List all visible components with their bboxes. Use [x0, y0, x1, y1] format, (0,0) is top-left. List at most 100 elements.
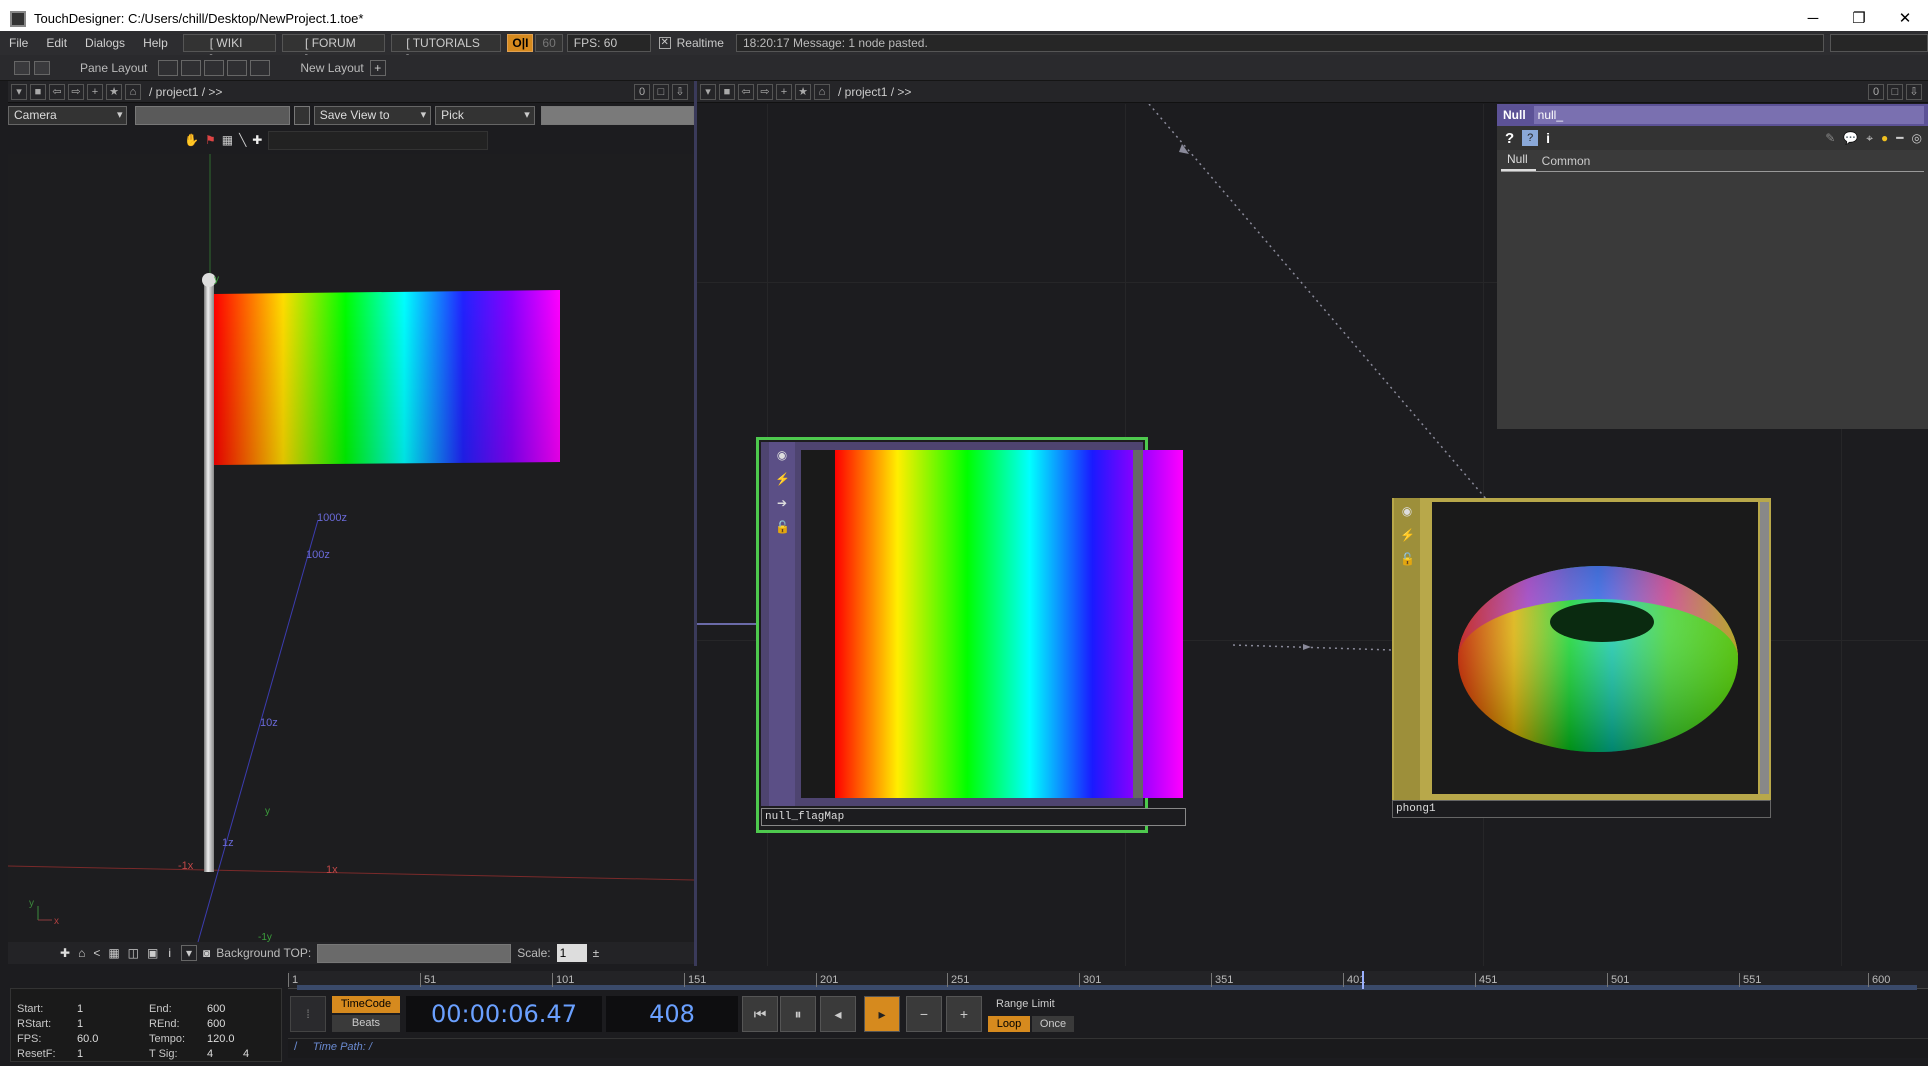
swatch-field[interactable] [293, 105, 310, 125]
pane-menu-icon[interactable]: ⇩ [1906, 83, 1922, 100]
layout-quad[interactable] [250, 59, 271, 76]
hand-tool-icon[interactable]: ✋ [184, 133, 199, 147]
tutorials-button[interactable]: [ TUTORIALS ] [391, 34, 502, 66]
node-null-flagmap[interactable]: ◉ ⚡ ➔ 🔓 null_flagMap [756, 437, 1186, 833]
info-icon[interactable]: i [1546, 130, 1550, 146]
viewer-toggle-icon[interactable]: ◉ [775, 448, 789, 462]
add-layout-button[interactable]: + [369, 59, 386, 76]
tsig-denominator[interactable]: 4 [243, 1048, 249, 1060]
grid-tool-icon[interactable]: ▦ [222, 133, 233, 147]
realtime-checkbox[interactable]: ✕ [658, 37, 671, 49]
node-name-field[interactable]: phong1 [1392, 800, 1771, 818]
chevron-down-icon[interactable]: ▾ [11, 83, 27, 100]
rstart-value[interactable]: 1 [77, 1018, 83, 1030]
move-tool-icon[interactable]: ✚ [252, 133, 262, 147]
info-icon[interactable]: i [168, 946, 171, 960]
tag-icon[interactable]: ⌖ [1866, 131, 1873, 146]
op-help-icon[interactable]: ? [1522, 130, 1539, 146]
fps-value[interactable]: 60.0 [77, 1033, 98, 1045]
network-path-text[interactable]: / project1 / >> [838, 85, 911, 99]
back-icon[interactable]: ⇦ [49, 83, 65, 100]
python-icon[interactable]: ● [1881, 131, 1888, 145]
forward-icon[interactable]: ⇨ [68, 83, 84, 100]
box-icon[interactable]: ◫ [128, 946, 139, 960]
pen-tool-icon[interactable]: ╲ [239, 133, 246, 147]
add-icon[interactable]: + [776, 83, 792, 100]
stop-icon[interactable]: ■ [30, 83, 46, 100]
loop-button[interactable]: Loop [988, 1016, 1030, 1032]
node-name-field[interactable]: null_flagMap [761, 808, 1186, 826]
step-back-button[interactable]: − [906, 996, 942, 1032]
op-name-field[interactable]: null_ [1533, 106, 1924, 124]
bypass-icon[interactable]: ⚡ [1400, 528, 1415, 542]
menu-dialogs[interactable]: Dialogs [76, 36, 134, 50]
menu-help[interactable]: Help [134, 36, 177, 50]
perform-mode-toggle[interactable]: O|I [507, 34, 534, 52]
scale-field[interactable]: 1 [556, 944, 587, 962]
camera-field[interactable] [135, 105, 290, 125]
layout-split-h[interactable] [204, 59, 225, 76]
timecode-display[interactable]: 00:00:06.47 [406, 996, 602, 1032]
forward-icon[interactable]: ⇨ [757, 83, 773, 100]
lock-icon[interactable]: 🔓 [1400, 552, 1415, 566]
lock-icon[interactable]: 🔓 [775, 520, 790, 534]
target-icon[interactable]: ◎ [1912, 131, 1922, 145]
playhead-marker[interactable] [1362, 971, 1364, 989]
extra-field[interactable] [1830, 34, 1928, 52]
help-icon[interactable]: ? [1505, 130, 1514, 147]
home-icon[interactable]: ⌂ [814, 83, 830, 100]
comment-icon[interactable]: 💬 [1843, 131, 1858, 145]
add-icon[interactable]: + [87, 83, 103, 100]
forum-button[interactable]: [ FORUM ] [282, 34, 386, 66]
pane-menu-icon[interactable]: ⇩ [672, 83, 688, 100]
bypass-icon[interactable]: ⚡ [775, 472, 790, 486]
3d-viewport[interactable]: 1000z 100z 10z 1z -1x 1x y y -1y y x [8, 154, 694, 944]
once-button[interactable]: Once [1032, 1016, 1074, 1032]
play-backward-button[interactable]: ◂ [820, 996, 856, 1032]
tool-field[interactable] [268, 130, 489, 150]
share-icon[interactable]: < [93, 946, 100, 960]
camera-icon[interactable]: ◙ [203, 946, 210, 960]
play-forward-button[interactable]: ▸ [864, 996, 900, 1032]
viewer-toggle-icon[interactable]: ◉ [1400, 504, 1414, 518]
pause-button[interactable]: ⏸ [780, 996, 816, 1032]
node-scrollbar[interactable] [1760, 502, 1769, 794]
wiki-button[interactable]: [ WIKI ] [182, 34, 277, 66]
collapse-icon[interactable]: ━ [1896, 131, 1903, 145]
rewind-button[interactable]: ⏮ [742, 996, 778, 1032]
menu-file[interactable]: File [0, 36, 37, 50]
cube-icon[interactable]: ▣ [147, 946, 158, 960]
rend-value[interactable]: 600 [207, 1018, 225, 1030]
save-view-dropdown[interactable]: Save View to [313, 105, 432, 125]
start-value[interactable]: 1 [77, 1003, 83, 1015]
node-scrollbar[interactable] [1133, 450, 1143, 798]
background-top-field[interactable] [317, 943, 512, 963]
tempo-value[interactable]: 120.0 [207, 1033, 235, 1045]
home-icon[interactable]: ⌂ [125, 83, 141, 100]
node-phong1[interactable]: ◉ ⚡ 🔓 phong1 [1392, 498, 1771, 818]
pick-field[interactable] [540, 105, 695, 125]
layout-three[interactable] [227, 59, 248, 76]
pick-dropdown[interactable]: Pick [435, 105, 535, 125]
camera-dropdown[interactable]: Camera [8, 105, 128, 125]
home-view-icon[interactable]: ⌂ [78, 946, 85, 960]
chevron-down-icon[interactable]: ▾ [700, 83, 716, 100]
maximize-pane-icon[interactable]: □ [1887, 83, 1903, 100]
left-path-text[interactable]: / project1 / >> [149, 85, 222, 99]
star-icon[interactable]: ★ [106, 83, 122, 100]
maximize-pane-icon[interactable]: □ [653, 83, 669, 100]
tsig-numerator[interactable]: 4 [207, 1048, 213, 1060]
dropdown-icon[interactable]: ▾ [181, 945, 198, 961]
edit-icon[interactable]: ✎ [1825, 131, 1835, 145]
add-icon[interactable]: ✚ [60, 946, 70, 960]
grid-icon[interactable]: ▦ [108, 946, 119, 960]
layout-split-v[interactable] [181, 59, 202, 76]
timeline-toggle[interactable]: ⁞ [290, 996, 326, 1032]
beats-button[interactable]: Beats [332, 1015, 400, 1032]
layout-single[interactable] [158, 59, 179, 76]
tab-common[interactable]: Common [1536, 154, 1599, 171]
frame-display[interactable]: 408 [606, 996, 738, 1032]
tab-null[interactable]: Null [1501, 152, 1536, 171]
pane-icon[interactable] [14, 60, 30, 75]
menu-edit[interactable]: Edit [37, 36, 76, 50]
